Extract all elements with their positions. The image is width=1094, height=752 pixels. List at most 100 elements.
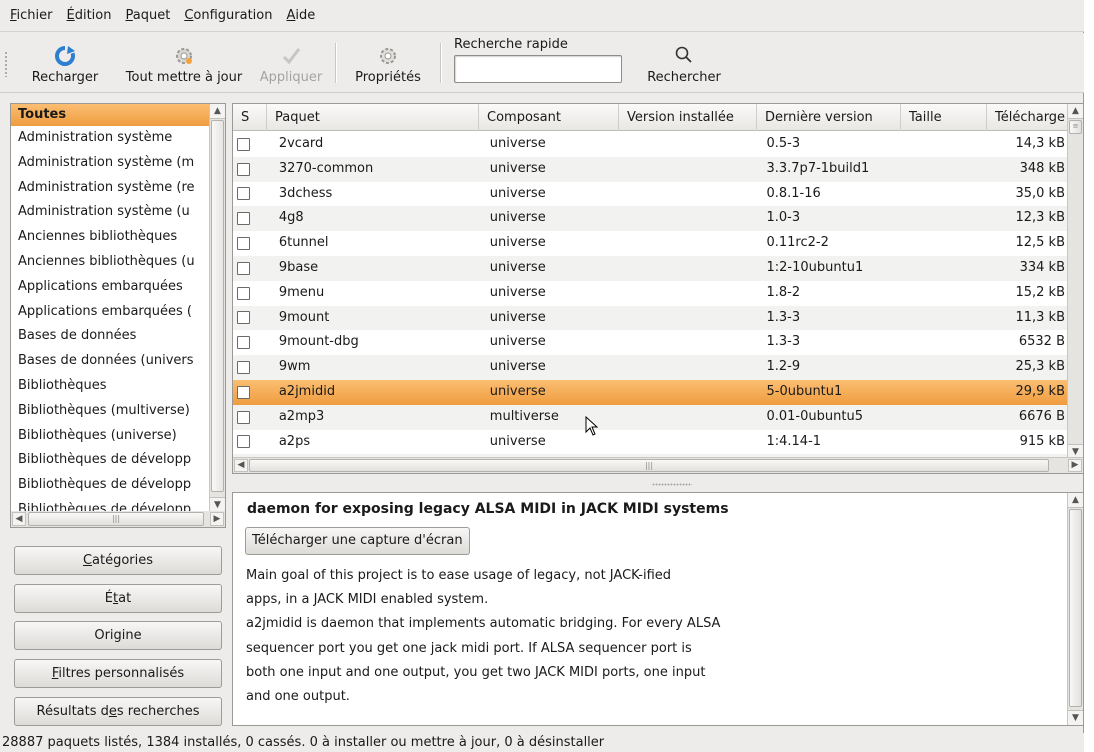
scroll-right-icon[interactable]: ▶ [210,512,224,526]
table-row[interactable]: 2vcard universe 0.5-3 14,3 kB [233,132,1069,157]
scroll-down-icon[interactable]: ▼ [210,497,225,512]
scroll-down-icon[interactable]: ▼ [1068,710,1083,725]
cell-component: universe [489,334,546,350]
properties-button[interactable]: Propriétés [342,37,434,89]
search-results-button[interactable]: Résultats des recherches [14,697,222,726]
category-item[interactable]: Applications embarquées [11,275,209,300]
category-vscrollbar[interactable]: ▲ ▼ [209,104,225,512]
mark-checkbox[interactable] [237,361,250,375]
table-row[interactable]: a2ps universe 1:4.14-1 915 kB [233,430,1069,455]
upgrade-all-button[interactable]: Tout mettre à jour [114,37,254,89]
search-button[interactable]: Rechercher [638,37,730,89]
table-vscrollbar[interactable]: ▲ ≡ ▼ [1067,104,1083,459]
scroll-thumb[interactable]: ≡ [1069,120,1082,134]
mark-checkbox[interactable] [237,162,250,176]
scroll-up-icon[interactable]: ▲ [1068,493,1083,508]
apply-button[interactable]: Appliquer [254,37,328,89]
category-item[interactable]: Administration système (re [11,176,209,201]
table-row[interactable]: a2mp3 multiverse 0.01-0ubuntu5 6676 B [233,404,1069,430]
column-header[interactable]: Taille [901,104,987,131]
reload-button[interactable]: Recharger [24,37,106,89]
table-hscrollbar[interactable]: ◀ ||| ▶ [233,457,1083,473]
menu-package[interactable]: Paquet [125,8,170,23]
download-screenshot-button[interactable]: Télécharger une capture d'écran [245,527,470,555]
splitter-grip[interactable] [652,483,692,486]
category-item[interactable]: Administration système (m [11,151,209,176]
mark-checkbox[interactable] [237,261,250,275]
status-cell [233,380,267,405]
column-header[interactable]: S [233,104,267,131]
mark-checkbox[interactable] [237,336,250,350]
toolbar-grip[interactable] [4,51,8,77]
scroll-thumb[interactable]: ||| [28,512,204,526]
pane-splitter[interactable] [232,476,1084,492]
cell-download: 6532 B [1018,334,1065,350]
mark-checkbox[interactable] [237,410,250,424]
table-row[interactable]: 3dchess universe 0.8.1-16 35,0 kB [233,182,1069,207]
quick-search-input[interactable] [454,55,622,83]
scroll-up-icon[interactable]: ▲ [210,104,225,119]
category-item[interactable]: Bibliothèques (multiverse) [11,399,209,424]
table-row[interactable]: 4g8 universe 1.0-3 12,3 kB [233,206,1069,232]
table-row[interactable]: 6tunnel universe 0.11rc2-2 12,5 kB [233,231,1069,256]
scroll-left-icon[interactable]: ◀ [234,459,248,472]
status-cell [233,182,267,207]
table-row[interactable]: 9menu universe 1.8-2 15,2 kB [233,281,1069,306]
categories-filter-button[interactable]: Catégories [14,546,222,575]
state-filter-button[interactable]: État [14,584,222,613]
category-item[interactable]: Bibliothèques de développ [11,448,209,473]
scroll-thumb[interactable] [211,120,224,492]
status-cell [233,430,267,455]
menu-settings[interactable]: Configuration [184,8,272,23]
mark-checkbox[interactable] [237,212,250,226]
cell-component: universe [489,185,546,201]
menu-file[interactable]: Fichier [10,8,53,23]
cell-latest: 3.3.7p7-1build1 [766,160,870,176]
description-vscrollbar[interactable]: ▲ ▼ [1067,493,1083,725]
category-item[interactable]: Bases de données (univers [11,349,209,374]
table-row[interactable]: 9wm universe 1.2-9 25,3 kB [233,355,1069,380]
table-row[interactable]: 9mount universe 1.3-3 11,3 kB [233,305,1069,331]
table-row[interactable]: a2jmidid universe 5-0ubuntu1 29,9 kB [233,379,1069,405]
scroll-right-icon[interactable]: ▶ [1068,459,1082,472]
column-header[interactable]: Version installée [619,104,757,131]
package-table: S Paquet Composant Version installée Dernièr… [232,103,1084,474]
cell-name: a2ps [278,433,311,449]
column-header[interactable]: Paquet [267,104,479,131]
scroll-thumb[interactable] [1069,509,1082,707]
cell-component: universe [489,210,546,226]
scroll-up-icon[interactable]: ▲ [1068,104,1083,119]
status-cell [233,306,267,331]
toolbar: Recharger Tout mettre à jour Appliquer P… [0,33,1084,93]
category-item[interactable]: Toutes [11,104,209,126]
category-item[interactable]: Administration système [11,126,209,151]
category-item[interactable]: Bibliothèques [11,374,209,399]
category-item[interactable]: Applications embarquées ( [11,300,209,325]
category-item[interactable]: Bibliothèques de développ [11,473,209,498]
table-row[interactable]: 9mount-dbg universe 1.3-3 6532 B [233,330,1069,355]
cell-name: 3270-common [278,160,374,176]
category-item[interactable]: Administration système (u [11,200,209,225]
custom-filters-button[interactable]: Filtres personnalisés [14,659,222,688]
mark-checkbox[interactable] [237,187,250,201]
column-header[interactable]: Composant [479,104,619,131]
category-item[interactable]: Anciennes bibliothèques [11,225,209,250]
category-item[interactable]: Bases de données [11,324,209,349]
origin-filter-button[interactable]: Origine [14,621,222,650]
table-row[interactable]: 3270-common universe 3.3.7p7-1build1 348 kB [233,156,1069,182]
mark-checkbox[interactable] [237,385,250,399]
mark-checkbox[interactable] [237,311,250,325]
category-item[interactable]: Anciennes bibliothèques (u [11,250,209,275]
category-hscrollbar[interactable]: ◀ ||| ▶ [10,511,226,528]
menu-help[interactable]: Aide [286,8,315,23]
mark-checkbox[interactable] [237,435,250,449]
scroll-left-icon[interactable]: ◀ [12,512,26,526]
category-item[interactable]: Bibliothèques (universe) [11,424,209,449]
mark-checkbox[interactable] [237,137,250,151]
column-header[interactable]: Dernière version [757,104,901,131]
mark-checkbox[interactable] [237,237,250,251]
scroll-thumb[interactable]: ||| [249,459,1049,472]
table-row[interactable]: 9base universe 1:2-10ubuntu1 334 kB [233,255,1069,281]
menu-edit[interactable]: Édition [67,8,112,23]
mark-checkbox[interactable] [237,286,250,300]
